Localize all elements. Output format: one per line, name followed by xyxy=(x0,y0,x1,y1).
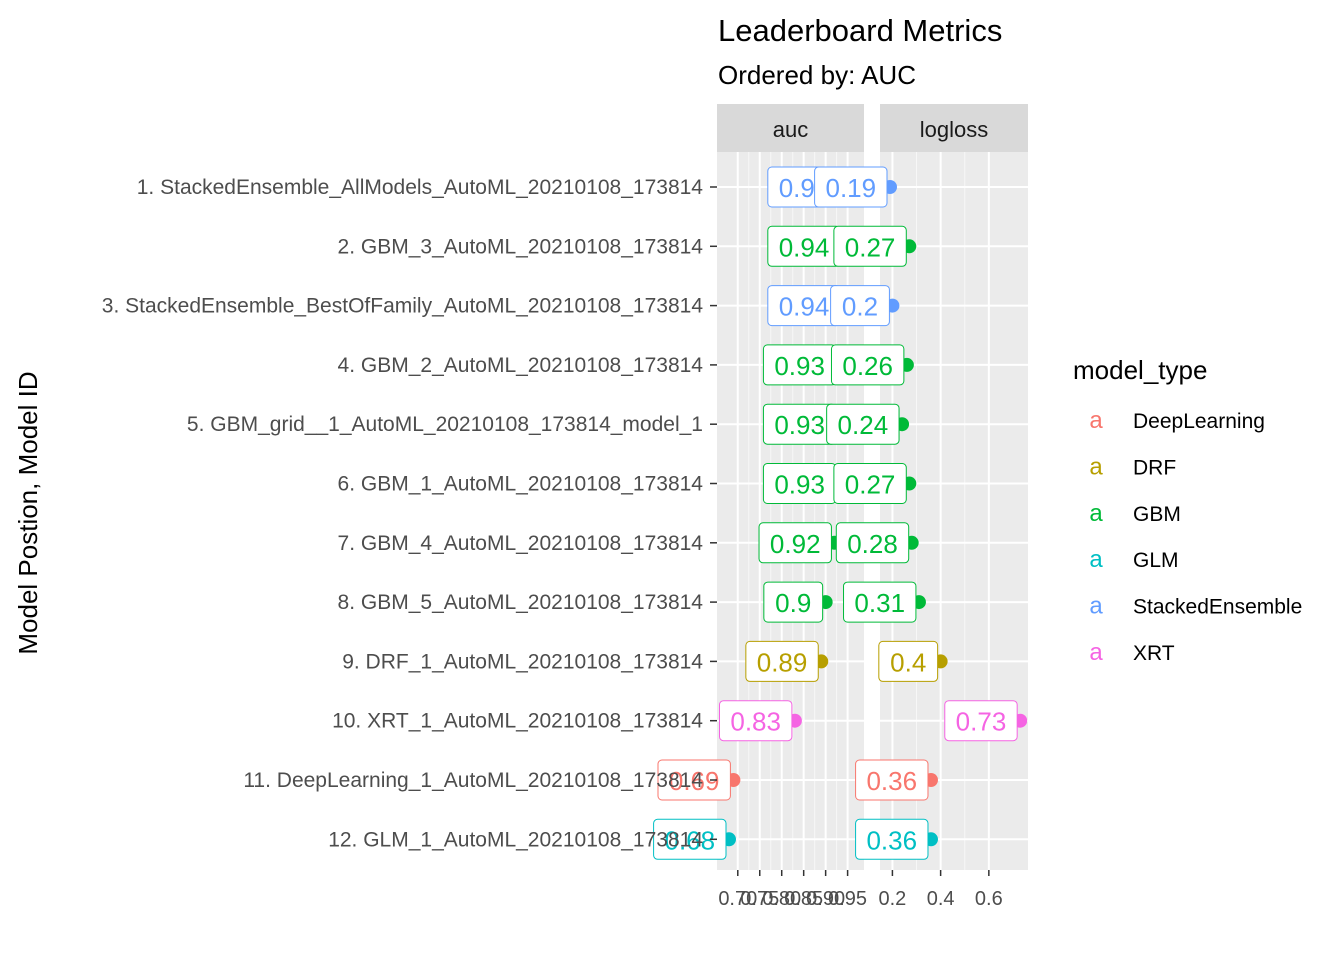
legend-entry-label: DRF xyxy=(1133,456,1176,479)
data-label: 0.92 xyxy=(770,529,821,559)
data-label: 0.94 xyxy=(779,232,830,262)
legend-key: a xyxy=(1089,407,1103,434)
x-tick-label: 0.95 xyxy=(828,888,867,910)
leaderboard-chart: Leaderboard Metrics Ordered by: AUC Mode… xyxy=(13,13,1302,910)
legend-entry-label: DeepLearning xyxy=(1133,410,1265,433)
legend-key: a xyxy=(1089,453,1103,480)
data-label: 0.28 xyxy=(847,529,898,559)
legend-entry-label: GLM xyxy=(1133,549,1179,572)
legend-title: model_type xyxy=(1073,355,1207,385)
data-label: 0.24 xyxy=(838,410,889,440)
y-tick-label: 9. DRF_1_AutoML_20210108_173814 xyxy=(342,650,703,673)
y-tick-label: 8. GBM_5_AutoML_20210108_173814 xyxy=(338,591,704,614)
data-label: 0.36 xyxy=(866,825,917,855)
chart-title: Leaderboard Metrics xyxy=(718,13,1002,48)
legend-entry-label: StackedEnsemble xyxy=(1133,596,1302,619)
legend-key: a xyxy=(1089,593,1103,620)
data-label: 0.73 xyxy=(956,707,1007,737)
y-tick-label: 1. StackedEnsemble_AllModels_AutoML_2021… xyxy=(137,176,704,199)
y-tick-label: 5. GBM_grid__1_AutoML_20210108_173814_mo… xyxy=(187,413,703,436)
facet-strip-label-logloss: logloss xyxy=(920,117,988,142)
data-label: 0.83 xyxy=(730,707,781,737)
chart-subtitle: Ordered by: AUC xyxy=(718,60,916,90)
x-tick-label: 0.6 xyxy=(975,888,1003,910)
y-tick-label: 4. GBM_2_AutoML_20210108_173814 xyxy=(338,354,704,377)
legend: model_typea DeepLearning a DRF a GBM a GLM a Stac… xyxy=(1073,355,1302,666)
y-tick-label: 7. GBM_4_AutoML_20210108_173814 xyxy=(338,532,704,555)
data-label: 0.27 xyxy=(845,470,896,500)
data-label: 0.19 xyxy=(825,173,876,203)
y-tick-label: 6. GBM_1_AutoML_20210108_173814 xyxy=(338,473,704,496)
legend-entry-label: XRT xyxy=(1133,642,1175,665)
data-label: 0.9 xyxy=(775,588,811,618)
y-axis-label: Model Postion, Model ID xyxy=(13,371,43,654)
y-tick-label: 12. GLM_1_AutoML_20210108_173814 xyxy=(328,828,703,851)
data-label: 0.89 xyxy=(757,647,808,677)
data-label: 0.26 xyxy=(842,351,893,381)
data-label: 0.2 xyxy=(842,292,878,322)
plot-area: auc0.700.750.800.850.900.950.940.940.940… xyxy=(102,104,1028,910)
data-label: 0.93 xyxy=(774,410,825,440)
legend-key: a xyxy=(1089,639,1103,666)
y-tick-label: 2. GBM_3_AutoML_20210108_173814 xyxy=(338,235,704,258)
data-label: 0.93 xyxy=(774,470,825,500)
legend-key: a xyxy=(1089,546,1103,573)
legend-key: a xyxy=(1089,500,1103,527)
legend-entry-label: GBM xyxy=(1133,503,1181,526)
data-label: 0.93 xyxy=(774,351,825,381)
data-label: 0.27 xyxy=(845,232,896,262)
data-label: 0.4 xyxy=(890,647,926,677)
y-tick-label: 11. DeepLearning_1_AutoML_20210108_17381… xyxy=(243,769,703,792)
data-label: 0.36 xyxy=(866,766,917,796)
data-label: 0.31 xyxy=(854,588,905,618)
facet-strip-label-auc: auc xyxy=(773,117,808,142)
y-tick-label: 10. XRT_1_AutoML_20210108_173814 xyxy=(332,710,703,733)
y-tick-label: 3. StackedEnsemble_BestOfFamily_AutoML_2… xyxy=(102,295,704,318)
x-tick-label: 0.2 xyxy=(879,888,907,910)
data-label: 0.94 xyxy=(779,292,830,322)
x-tick-label: 0.4 xyxy=(927,888,955,910)
